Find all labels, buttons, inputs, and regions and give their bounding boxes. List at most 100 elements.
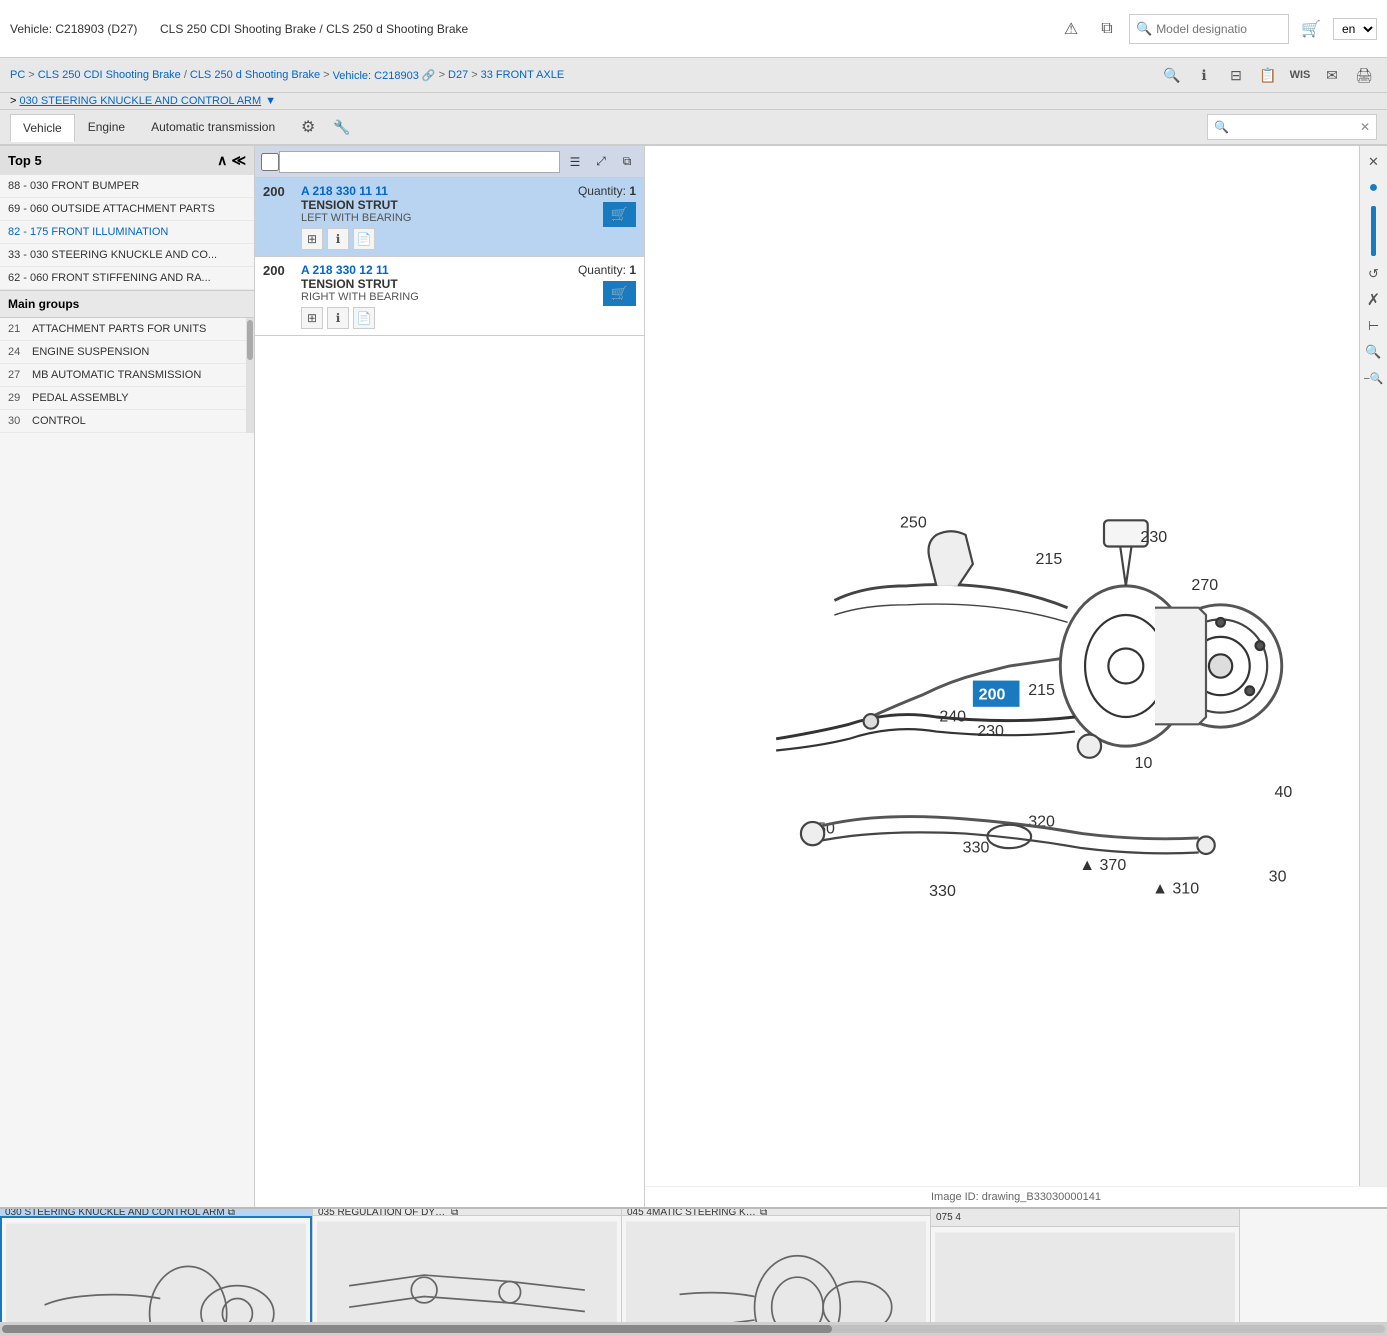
- cross-btn[interactable]: ✗: [1362, 288, 1386, 312]
- top5-item-0[interactable]: 88 - 030 FRONT BUMPER: [0, 175, 254, 198]
- scrollbar[interactable]: [246, 318, 254, 433]
- part-item-0[interactable]: 200 A 218 330 11 11 TENSION STRUT LEFT W…: [255, 178, 644, 257]
- fullscreen-icon[interactable]: ⧉: [616, 151, 638, 173]
- breadcrumb-frontaxle[interactable]: 33 FRONT AXLE: [481, 69, 565, 81]
- thumb-link-icon-2[interactable]: ⧉: [760, 1209, 767, 1216]
- list-view-icon[interactable]: ☰: [564, 151, 586, 173]
- tab-search-icon: 🔍: [1214, 120, 1229, 134]
- group-item-30[interactable]: 30 CONTROL: [0, 410, 246, 433]
- svg-text:270: 270: [1191, 576, 1218, 594]
- group-item-27[interactable]: 27 MB AUTOMATIC TRANSMISSION: [0, 364, 246, 387]
- breadcrumb-dropdown[interactable]: ▼: [265, 95, 276, 107]
- zoom-in-btn[interactable]: 🔍: [1362, 340, 1386, 364]
- tab-search-input[interactable]: [1232, 120, 1360, 134]
- zoom-out-btn[interactable]: −🔍: [1362, 366, 1386, 390]
- breadcrumb-pc[interactable]: PC: [10, 69, 25, 81]
- breadcrumb-vehicle[interactable]: Vehicle: C218903 🔗: [333, 69, 436, 82]
- language-select[interactable]: en de fr: [1333, 18, 1377, 40]
- part-info-icon-1[interactable]: ℹ: [327, 307, 349, 329]
- add-to-cart-1[interactable]: 🛒: [603, 281, 636, 306]
- thumb-0: 030 STEERING KNUCKLE AND CONTROL ARM ⧉: [0, 1209, 313, 1322]
- thumb-link-icon-1[interactable]: ⧉: [451, 1209, 458, 1216]
- scrollbar-thumb: [247, 320, 253, 360]
- close-diagram-btn[interactable]: ✕: [1362, 150, 1386, 174]
- email-icon[interactable]: ✉: [1319, 62, 1345, 88]
- thumb-img-1[interactable]: [313, 1216, 621, 1322]
- tab-search-container: 🔍 ✕: [1207, 114, 1377, 140]
- thumb-label-0: 030 STEERING KNUCKLE AND CONTROL ARM ⧉: [0, 1209, 312, 1216]
- part-table-icon-1[interactable]: ⊞: [301, 307, 323, 329]
- part-item-1[interactable]: 200 A 218 330 12 11 TENSION STRUT RIGHT …: [255, 257, 644, 336]
- top5-title: Top 5: [8, 153, 42, 168]
- group-item-21[interactable]: 21 ATTACHMENT PARTS FOR UNITS: [0, 318, 246, 341]
- cart-btn-icon-0: 🛒: [611, 206, 628, 223]
- part-qty-0: Quantity: 1 🛒: [578, 184, 636, 227]
- part-doc-icon-0[interactable]: 📄: [353, 228, 375, 250]
- part-qty-1: Quantity: 1 🛒: [578, 263, 636, 306]
- info-icon[interactable]: ℹ: [1191, 62, 1217, 88]
- breadcrumb-d27[interactable]: D27: [448, 69, 468, 81]
- group-label-30: CONTROL: [32, 415, 238, 427]
- top5-item-1[interactable]: 69 - 060 OUTSIDE ATTACHMENT PARTS: [0, 198, 254, 221]
- group-item-24[interactable]: 24 ENGINE SUSPENSION: [0, 341, 246, 364]
- top5-item-4[interactable]: 62 - 060 FRONT STIFFENING AND RA...: [0, 267, 254, 290]
- thumb-link-icon-0[interactable]: ⧉: [228, 1209, 235, 1216]
- document-icon[interactable]: 📋: [1255, 62, 1281, 88]
- tab-automatic-transmission[interactable]: Automatic transmission: [138, 113, 288, 141]
- group-label-21: ATTACHMENT PARTS FOR UNITS: [32, 323, 238, 335]
- collapse-icon[interactable]: ∧: [217, 152, 227, 169]
- cart-icon[interactable]: 🛒: [1297, 15, 1325, 43]
- groups-container: 21 ATTACHMENT PARTS FOR UNITS 24 ENGINE …: [0, 318, 254, 433]
- top5-item-2[interactable]: 82 - 175 FRONT ILLUMINATION: [0, 221, 254, 244]
- top5-item-3[interactable]: 33 - 030 STEERING KNUCKLE AND CO...: [0, 244, 254, 267]
- breadcrumb-cls250d[interactable]: CLS 250 d Shooting Brake: [190, 69, 320, 81]
- svg-text:30: 30: [1269, 868, 1287, 886]
- parts-select-all[interactable]: [261, 153, 279, 171]
- parts-list: 200 A 218 330 11 11 TENSION STRUT LEFT W…: [255, 178, 644, 1207]
- circle-btn[interactable]: ●: [1362, 176, 1386, 200]
- add-to-cart-0[interactable]: 🛒: [603, 202, 636, 227]
- settings-icon[interactable]: ⚙: [294, 113, 322, 141]
- svg-text:240: 240: [939, 707, 966, 725]
- expand-icon[interactable]: ⤢: [590, 151, 612, 173]
- part-info-icon-0[interactable]: ℹ: [327, 228, 349, 250]
- group-item-29[interactable]: 29 PEDAL ASSEMBLY: [0, 387, 246, 410]
- breadcrumb-cls250cdi[interactable]: CLS 250 CDI Shooting Brake: [38, 69, 181, 81]
- part-doc-icon-1[interactable]: 📄: [353, 307, 375, 329]
- tab-search-clear[interactable]: ✕: [1360, 120, 1370, 134]
- thumb-img-2[interactable]: [622, 1216, 930, 1322]
- thumb-label-2: 045 4MATIC STEERING KNUCKLE & CONTROL AR…: [622, 1209, 930, 1216]
- main-content: Top 5 ∧ ≪ 88 - 030 FRONT BUMPER 69 - 060…: [0, 146, 1387, 1207]
- filter-icon[interactable]: ⊟: [1223, 62, 1249, 88]
- copy-icon[interactable]: ⧉: [1093, 15, 1121, 43]
- print-icon[interactable]: 🖨: [1351, 62, 1377, 88]
- group-label-29: PEDAL ASSEMBLY: [32, 392, 238, 404]
- thumb-img-3[interactable]: [931, 1227, 1239, 1322]
- breadcrumb-steering-knuckle[interactable]: 030 STEERING KNUCKLE AND CONTROL ARM: [20, 95, 262, 107]
- warning-icon[interactable]: ⚠: [1057, 15, 1085, 43]
- bottom-scrollbar[interactable]: [0, 1322, 1387, 1336]
- part-desc-0: LEFT WITH BEARING: [301, 212, 570, 224]
- top5-header: Top 5 ∧ ≪: [0, 146, 254, 175]
- svg-text:10: 10: [1135, 754, 1153, 772]
- refresh-btn[interactable]: ↺: [1362, 262, 1386, 286]
- svg-text:330: 330: [929, 882, 956, 900]
- search-icon: 🔍: [1136, 21, 1152, 37]
- part-info-0: A 218 330 11 11 TENSION STRUT LEFT WITH …: [301, 184, 570, 250]
- wis-icon[interactable]: WIS: [1287, 62, 1313, 88]
- thumb-img-0[interactable]: [0, 1216, 312, 1322]
- part-name-0: TENSION STRUT: [301, 198, 570, 212]
- wrench-icon[interactable]: 🔧: [328, 113, 356, 141]
- part-table-icon-0[interactable]: ⊞: [301, 228, 323, 250]
- header-search-container: 🔍: [1129, 14, 1289, 44]
- tab-vehicle[interactable]: Vehicle: [10, 114, 75, 142]
- measure-btn[interactable]: ⊢: [1362, 314, 1386, 338]
- close-icon[interactable]: ≪: [231, 152, 246, 169]
- svg-text:40: 40: [1274, 783, 1292, 801]
- model-search-input[interactable]: [1156, 22, 1282, 36]
- thumb-label-1: 035 REGULATION OF DYNAMIC HEADLAMP RANGE…: [313, 1209, 621, 1216]
- tab-engine[interactable]: Engine: [75, 113, 138, 141]
- parts-search-input[interactable]: [279, 151, 560, 173]
- image-id: Image ID: drawing_B33030000141: [931, 1191, 1101, 1203]
- zoom-in-icon[interactable]: 🔍: [1159, 62, 1185, 88]
